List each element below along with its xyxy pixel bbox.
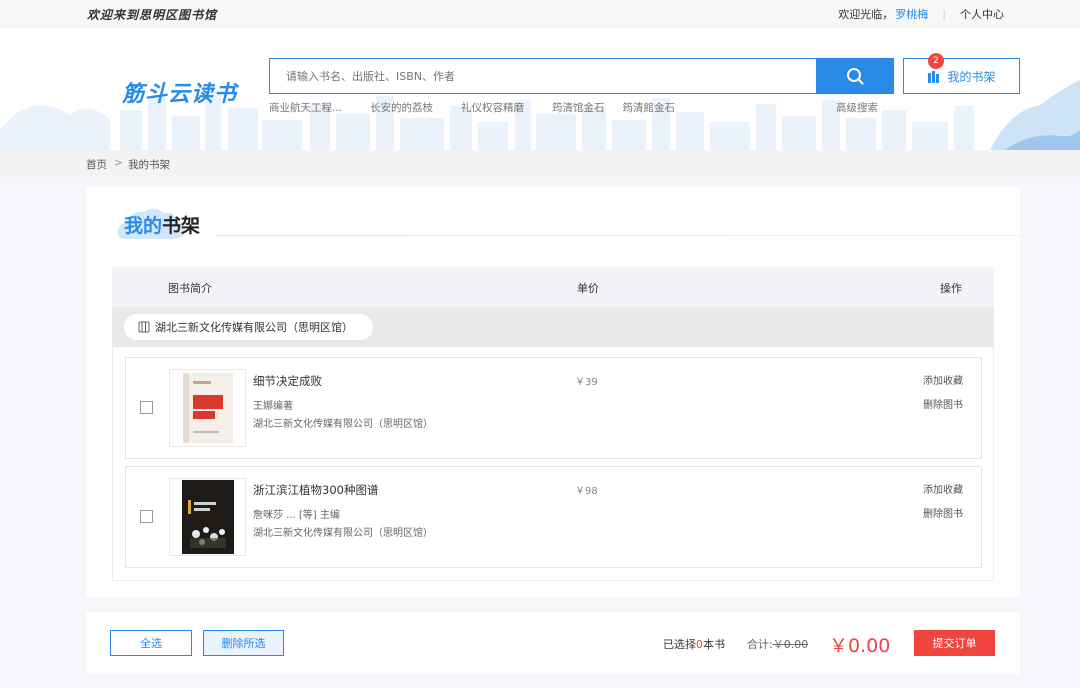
hot-word[interactable]: 商业航天工程... [269,100,342,115]
select-all-button[interactable]: 全选 [110,630,192,656]
book-cover[interactable] [169,369,246,447]
title-underline [216,235,1026,236]
subtotal-label: 合计: [747,638,773,651]
header: 筋斗云读书 商业航天工程... 长安的的荔枝 礼仪权容精磨 筠清馆金石 筠清館金… [0,28,1080,150]
book-checkbox[interactable] [140,401,153,414]
book-author: 王娜编著 [253,401,293,412]
hot-word[interactable]: 筠清馆金石 [552,100,605,115]
bookshelf-icon [928,71,940,83]
search-input[interactable] [270,59,816,93]
add-favorite-link[interactable]: 添加收藏 [923,372,963,387]
book-title[interactable]: 浙江滨江植物300种图谱 [253,482,378,498]
hot-word[interactable]: 长安的的荔枝 [370,100,433,115]
site-logo[interactable]: 筋斗云读书 [122,76,237,108]
search-icon [846,68,863,85]
book-publisher: 湖北三新文化传媒有限公司（思明区馆） [253,528,433,539]
library-name: 湖北三新文化传媒有限公司（思明区馆） [155,321,353,334]
book-row: 浙江滨江植物300种图谱 詹咪莎 ... [等] 主编 湖北三新文化传媒有限公司… [125,466,982,568]
breadcrumb: 首页 > 我的书架 [0,150,1080,177]
col-price: 单价 [577,282,599,295]
book-price: ￥39 [575,377,598,388]
library-icon [138,321,150,333]
search-bar [269,58,894,94]
title-prefix: 我的 [124,215,163,237]
welcome-text: 欢迎来到思明区图书馆 [87,8,218,22]
selected-suffix: 本书 [703,638,725,651]
delete-book-link[interactable]: 删除图书 [923,505,963,520]
breadcrumb-separator: > [114,157,123,169]
hot-word[interactable]: 筠清館金石 [623,100,676,115]
book-cover-image [181,480,234,554]
divider: | [942,7,946,21]
book-checkbox[interactable] [140,510,153,523]
total-amount: ￥0.00 [829,635,891,657]
library-row: 湖北三新文化传媒有限公司（思明区馆） [112,307,994,347]
book-title[interactable]: 细节决定成败 [253,373,322,389]
shelf-panel: 我的书架 图书简介 单价 操作 湖北三新文化传媒有限公司（思明区馆） 细节决定成… [86,187,1026,597]
section-title: 我的书架 [116,203,1026,243]
title-suffix: 书架 [162,215,201,237]
subtotal: 合计:￥0.00 [747,636,808,652]
page-title: 我的书架 [124,211,200,238]
personal-center-link[interactable]: 个人中心 [960,6,1004,22]
advanced-search-link[interactable]: 高级搜索 [836,100,878,115]
book-author: 詹咪莎 ... [等] 主编 [253,510,340,521]
hot-word[interactable]: 礼仪权容精磨 [461,100,524,115]
delete-book-link[interactable]: 删除图书 [923,396,963,411]
username-link[interactable]: 罗桃梅 [895,6,928,22]
book-cover[interactable] [169,478,246,556]
checkout-bar: 全选 删除所选 已选择0本书 合计:￥0.00 ￥0.00 提交订单 [86,612,1020,674]
add-favorite-link[interactable]: 添加收藏 [923,481,963,496]
selected-number: 0 [696,638,703,651]
breadcrumb-current: 我的书架 [128,159,170,171]
col-action: 操作 [940,282,962,295]
book-row: 细节决定成败 王娜编著 湖北三新文化传媒有限公司（思明区馆） ￥39 添加收藏 … [125,357,982,459]
selected-prefix: 已选择 [663,638,696,651]
subtotal-value: ￥0.00 [772,638,809,651]
book-list: 细节决定成败 王娜编著 湖北三新文化传媒有限公司（思明区馆） ￥39 添加收藏 … [112,347,994,581]
search-button[interactable] [816,59,893,93]
selected-count: 已选择0本书 [663,636,725,652]
my-shelf-button[interactable]: 2 我的书架 [903,53,1020,94]
book-price: ￥98 [575,486,598,497]
book-publisher: 湖北三新文化传媒有限公司（思明区馆） [253,419,433,430]
table-header: 图书简介 单价 操作 [112,267,994,307]
col-intro: 图书简介 [168,282,212,295]
hot-search-words: 商业航天工程... 长安的的荔枝 礼仪权容精磨 筠清馆金石 筠清館金石 [269,100,675,115]
book-cover-image [182,373,233,443]
top-bar: 欢迎来到思明区图书馆 欢迎光临， 罗桃梅 | 个人中心 [0,0,1080,28]
breadcrumb-home[interactable]: 首页 [86,157,107,172]
delete-selected-button[interactable]: 删除所选 [203,630,284,656]
shelf-label: 我的书架 [947,69,996,84]
shelf-count-badge: 2 [928,53,944,69]
submit-order-button[interactable]: 提交订单 [914,630,995,656]
library-tag: 湖北三新文化传媒有限公司（思明区馆） [124,314,373,340]
greeting-text: 欢迎光临， [838,8,894,21]
user-area: 欢迎光临， 罗桃梅 | 个人中心 [838,6,1004,22]
